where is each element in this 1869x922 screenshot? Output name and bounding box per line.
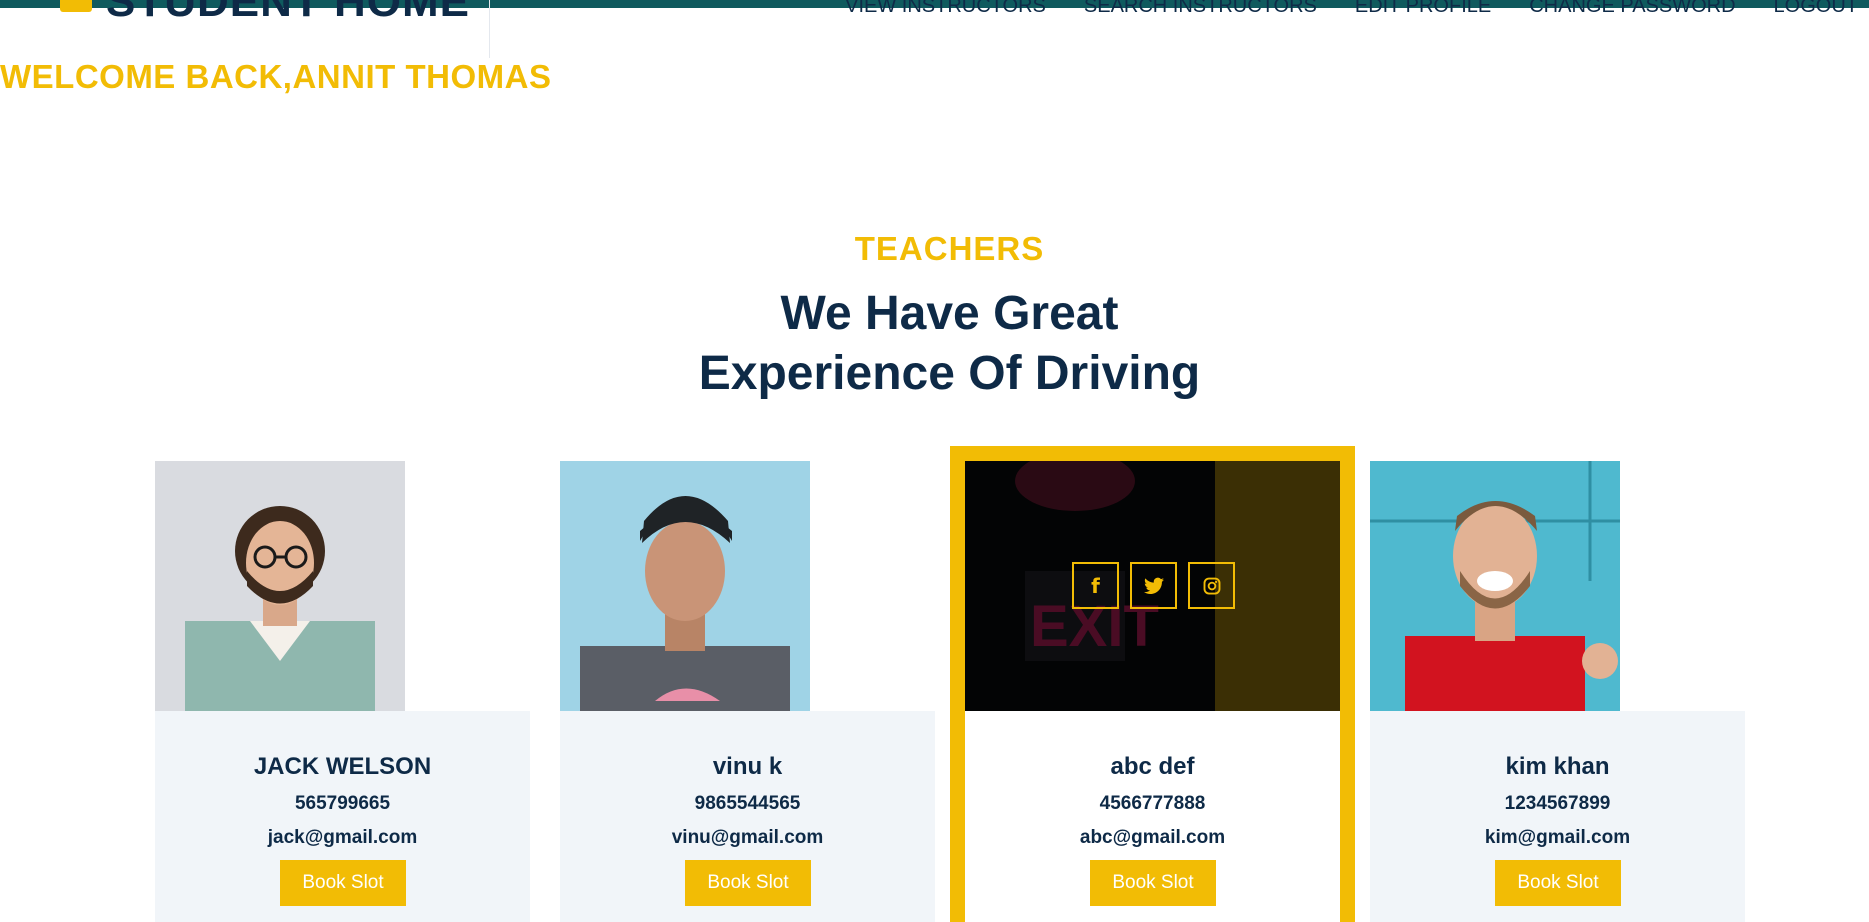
- book-slot-button[interactable]: Book Slot: [685, 860, 811, 906]
- teacher-card: JACK WELSON 565799665 jack@gmail.com Boo…: [155, 461, 530, 922]
- section-title-line-1: We Have Great: [780, 287, 1119, 340]
- section-tag: TEACHERS: [854, 230, 1045, 267]
- teacher-email: jack@gmail.com: [267, 827, 418, 848]
- nav-search-instructors[interactable]: SEARCH INSTRUCTORS: [1065, 0, 1336, 20]
- teacher-photo: [155, 461, 405, 711]
- teacher-photo: [1370, 461, 1620, 711]
- teacher-photo: [560, 461, 810, 711]
- teacher-card: vinu k 9865544565 vinu@gmail.com Book Sl…: [560, 461, 935, 922]
- book-slot-button[interactable]: Book Slot: [1495, 860, 1621, 906]
- nav-view-instructors[interactable]: VIEW INSTRUCTORS: [826, 0, 1065, 20]
- teacher-phone: 565799665: [294, 793, 391, 814]
- teacher-card: kim khan 1234567899 kim@gmail.com Book S…: [1370, 461, 1745, 922]
- teacher-email: vinu@gmail.com: [671, 827, 824, 848]
- teacher-card-active: EXIT f abc def 4566777888 abc@gmail.com …: [950, 446, 1355, 922]
- nav-edit-profile[interactable]: EDIT PROFILE: [1336, 0, 1510, 20]
- teacher-phone: 1234567899: [1504, 793, 1611, 814]
- section-title-line-2: Experience Of Driving: [698, 347, 1201, 400]
- facebook-icon[interactable]: f: [1072, 562, 1119, 609]
- teacher-email: kim@gmail.com: [1484, 827, 1631, 848]
- brand-logo[interactable]: STUDENT HOME: [56, 0, 470, 22]
- teacher-name: abc def: [1110, 753, 1195, 780]
- nav-change-password[interactable]: CHANGE PASSWORD: [1510, 0, 1754, 20]
- nav-logout[interactable]: LOGOUT: [1755, 0, 1869, 20]
- teacher-phone: 4566777888: [1099, 793, 1206, 814]
- book-slot-button[interactable]: Book Slot: [280, 860, 406, 906]
- twitter-icon[interactable]: [1130, 562, 1177, 609]
- instagram-icon[interactable]: [1188, 562, 1235, 609]
- main-nav: VIEW INSTRUCTORS SEARCH INSTRUCTORS EDIT…: [826, 0, 1869, 20]
- teacher-name: vinu k: [712, 753, 783, 780]
- teacher-phone: 9865544565: [694, 793, 801, 814]
- car-icon: [56, 0, 96, 22]
- teacher-name: JACK WELSON: [253, 753, 432, 780]
- teacher-name: kim khan: [1505, 753, 1610, 780]
- social-links: f: [1072, 562, 1235, 609]
- teacher-email: abc@gmail.com: [1079, 827, 1226, 848]
- header-divider: [489, 0, 490, 58]
- teacher-photo: EXIT f: [965, 461, 1340, 711]
- book-slot-button[interactable]: Book Slot: [1090, 860, 1216, 906]
- welcome-message: WELCOME BACK,ANNIT THOMAS: [0, 58, 552, 95]
- brand-name: STUDENT HOME: [106, 0, 470, 22]
- section-title: We Have Great Experience Of Driving: [0, 284, 1869, 404]
